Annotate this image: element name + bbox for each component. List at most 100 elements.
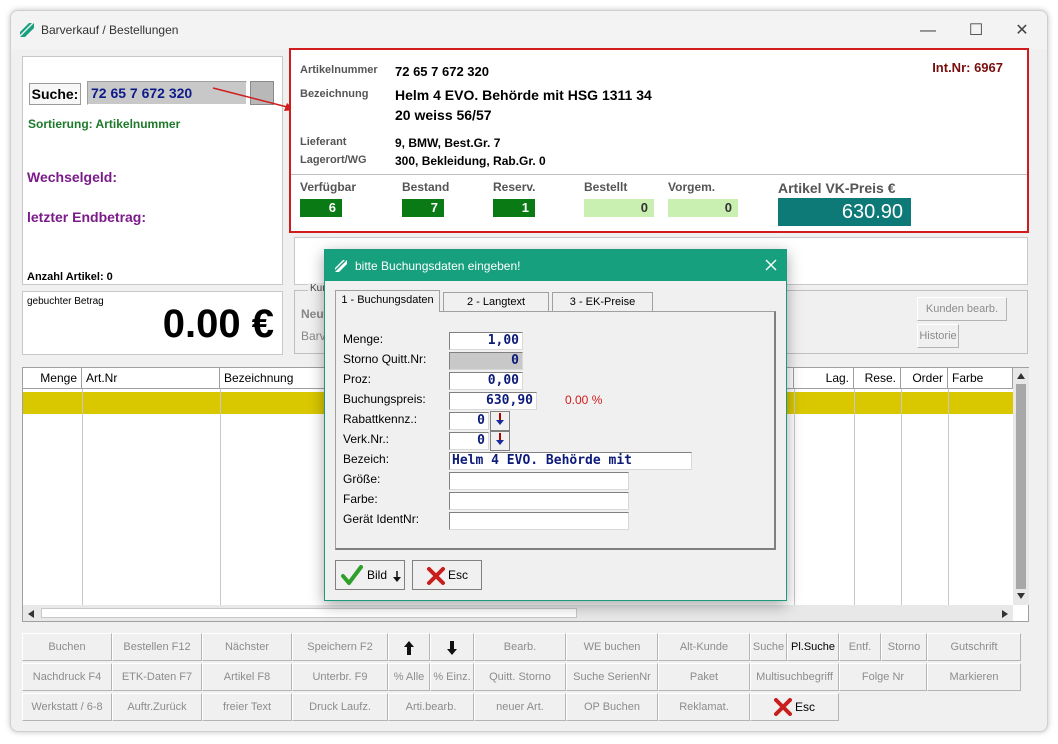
horizontal-scroll-thumb[interactable] [41,608,577,618]
move-down-button[interactable] [430,633,474,661]
close-button[interactable]: ✕ [999,19,1045,43]
suche-button[interactable]: Suche [750,633,787,661]
buchen-button[interactable]: Buchen [22,633,112,661]
bez-line2: 20 weiss 56/57 [395,107,492,123]
divider [291,174,1027,175]
suche-seriennr-button[interactable]: Suche SerienNr [566,663,658,691]
maximize-button[interactable]: ☐ [953,19,999,43]
col-menge[interactable]: Menge [23,368,82,388]
bestellt-value: 0 [584,199,654,217]
booking-dialog: bitte Buchungsdaten eingeben! 1 - Buchun… [324,249,787,601]
etk-daten-button[interactable]: ETK-Daten F7 [112,663,202,691]
bezeich-label: Bezeich: [343,452,390,466]
we-buchen-button[interactable]: WE buchen [566,633,658,661]
booked-amount-label: gebuchter Betrag [27,296,104,307]
preis-input[interactable]: 630,90 [449,392,537,410]
proz-label: Proz: [343,372,372,386]
preis-label: Buchungspreis: [343,392,426,406]
horizontal-scrollbar[interactable] [23,605,1013,621]
bild-button[interactable]: Bild [335,560,405,590]
kunden-bearb-button[interactable]: Kunden bearb. [917,297,1007,321]
vertical-scroll-thumb[interactable] [1016,384,1026,589]
tab-ek-preise[interactable]: 3 - EK-Preise [552,292,653,312]
vertical-scrollbar[interactable] [1013,368,1029,605]
scroll-left-icon[interactable] [27,609,35,619]
preis-percent: 0.00 % [565,393,603,407]
auftr-zurueck-button[interactable]: Auftr.Zurück [112,693,202,721]
col-farbe[interactable]: Farbe [948,368,1013,388]
main-esc-button[interactable]: Esc [750,693,839,721]
rabatt-input[interactable]: 0 [449,412,489,430]
speichern-button[interactable]: Speichern F2 [292,633,388,661]
neuer-art-button[interactable]: neuer Art. [474,693,566,721]
historie-button[interactable]: Historie [917,324,959,348]
vorgem-value: 0 [668,199,738,217]
dialog-title-bar: bitte Buchungsdaten eingeben! [325,250,786,281]
move-up-button[interactable] [388,633,430,661]
percent-single-button[interactable]: % Einz. [430,663,474,691]
alt-kunde-button[interactable]: Alt-Kunde [658,633,750,661]
freier-text-button[interactable]: freier Text [202,693,292,721]
naechster-button[interactable]: Nächster [202,633,292,661]
bestand-value: 7 [402,199,444,217]
arti-bearb-button[interactable]: Arti.bearb. [388,693,474,721]
dialog-title: bitte Buchungsdaten eingeben! [355,259,521,273]
kunde-row2: Barv [301,329,326,343]
op-buchen-button[interactable]: OP Buchen [566,693,658,721]
dialog-logo-icon [335,260,347,272]
werkstatt-button[interactable]: Werkstatt / 6-8 [22,693,112,721]
proz-input[interactable]: 0,00 [449,372,523,390]
minimize-button[interactable]: — [905,19,951,43]
col-order[interactable]: Order [901,368,948,388]
pointer-arrow-icon [212,87,295,111]
tab-content: Menge: 1,00 Storno Quitt.Nr: 0 Proz: 0,0… [335,311,776,550]
tab-langtext[interactable]: 2 - Langtext [443,292,549,312]
bearb-button[interactable]: Bearb. [474,633,566,661]
reklamat-button[interactable]: Reklamat. [658,693,750,721]
scroll-right-icon[interactable] [1001,609,1009,619]
scroll-up-icon[interactable] [1016,372,1026,380]
col-line [82,389,83,605]
storno-input[interactable]: 0 [449,352,523,370]
pl-suche-button[interactable]: Pl.Suche [787,633,839,661]
scroll-down-icon[interactable] [1016,592,1026,600]
menge-label: Menge: [343,332,384,346]
verk-dropdown-button[interactable] [490,431,510,451]
geraet-input[interactable] [449,512,629,530]
quitt-storno-button[interactable]: Quitt. Storno [474,663,566,691]
menge-input[interactable]: 1,00 [449,332,523,350]
groesse-input[interactable] [449,472,629,490]
bestellt-label: Bestellt [584,180,628,194]
storno-button[interactable]: Storno [881,633,927,661]
bezeich-input[interactable]: Helm 4 EVO. Behörde mit [449,452,692,470]
col-lag[interactable]: Lag. [794,368,854,388]
wechselgeld-label: Wechselgeld: [27,169,117,185]
percent-all-button[interactable]: % Alle [388,663,430,691]
tab-buchungsdaten[interactable]: 1 - Buchungsdaten [335,290,440,312]
rabatt-dropdown-button[interactable] [490,411,510,431]
col-rese[interactable]: Rese. [854,368,901,388]
article-info-panel: Artikelnummer 72 65 7 672 320 Int.Nr: 69… [289,48,1029,233]
red-down-arrow-icon [496,413,504,425]
dialog-close-icon[interactable] [765,259,777,271]
vk-label: Artikel VK-Preis € [778,180,896,196]
bestellen-button[interactable]: Bestellen F12 [112,633,202,661]
folge-nr-button[interactable]: Folge Nr [839,663,927,691]
verk-input[interactable]: 0 [449,432,489,450]
markieren-button[interactable]: Markieren [927,663,1021,691]
col-line [854,389,855,605]
paket-button[interactable]: Paket [658,663,750,691]
druck-laufz-button[interactable]: Druck Laufz. [292,693,388,721]
artnr-label: Artikelnummer [300,64,378,76]
farbe-input[interactable] [449,492,629,510]
artikel-button[interactable]: Artikel F8 [202,663,292,691]
gutschrift-button[interactable]: Gutschrift [927,633,1021,661]
dialog-esc-button[interactable]: Esc [412,560,482,590]
nachdruck-button[interactable]: Nachdruck F4 [22,663,112,691]
unterbr-button[interactable]: Unterbr. F9 [292,663,388,691]
groesse-label: Größe: [343,472,381,486]
multisuchbegriff-button[interactable]: Multisuchbegriff [750,663,839,691]
title-bar: Barverkauf / Bestellungen — ☐ ✕ [11,11,1047,49]
col-artnr[interactable]: Art.Nr [82,368,220,388]
entf-button[interactable]: Entf. [839,633,881,661]
